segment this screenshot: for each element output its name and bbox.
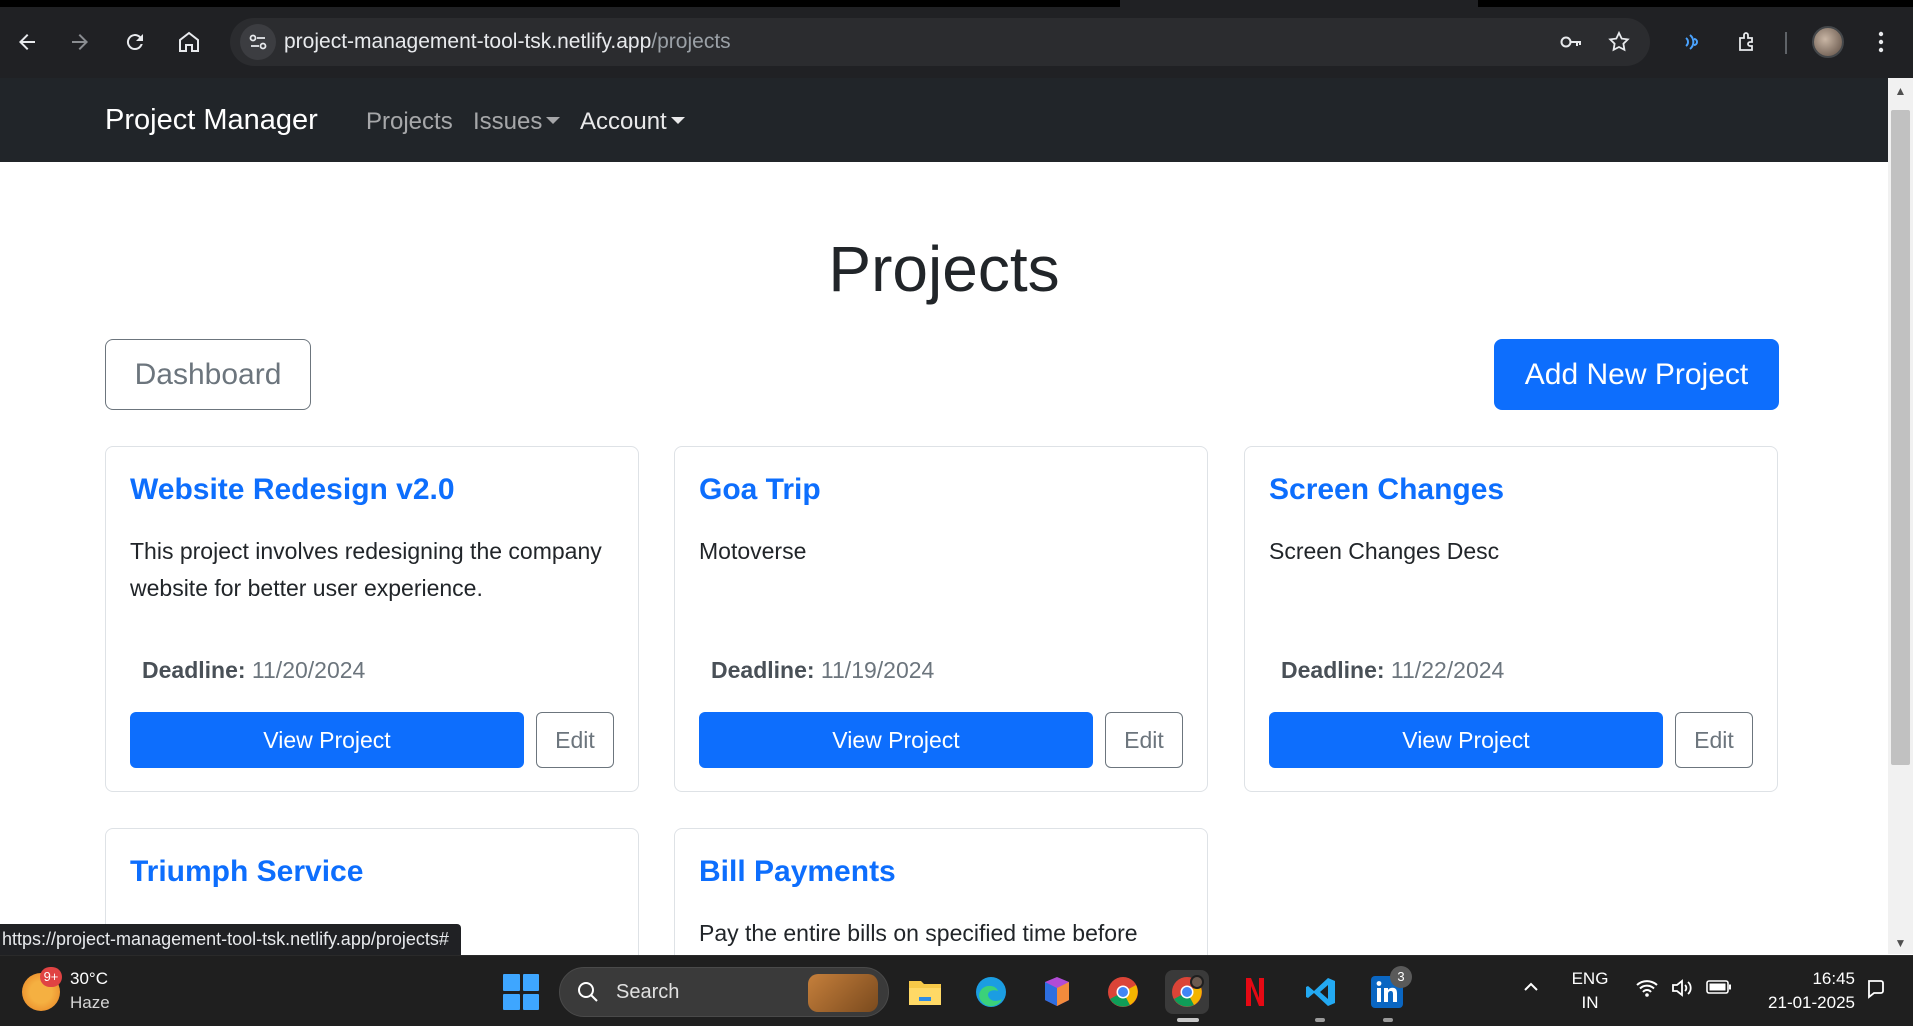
dashboard-button[interactable]: Dashboard: [105, 339, 311, 410]
home-button[interactable]: [171, 24, 207, 60]
deadline-label: Deadline:: [142, 657, 246, 683]
active-app-indicator: [1177, 1018, 1199, 1022]
deadline-label: Deadline:: [711, 657, 815, 683]
project-description: Screen Changes Desc: [1269, 538, 1500, 564]
url-path: /projects: [651, 30, 731, 53]
back-button[interactable]: [9, 24, 45, 60]
clock-date[interactable]: 21-01-2025: [1745, 993, 1855, 1013]
address-bar[interactable]: project-management-tool-tsk.netlify.app/…: [230, 18, 1650, 66]
bookmark-star-icon[interactable]: [1603, 26, 1635, 58]
url-host: project-management-tool-tsk.netlify.app: [284, 30, 652, 53]
project-description: This project involves redesigning the co…: [130, 538, 602, 601]
m365-icon[interactable]: [1035, 970, 1079, 1014]
project-title[interactable]: Bill Payments: [699, 855, 896, 889]
weather-badge: 9+: [40, 967, 62, 987]
more-menu-icon[interactable]: [1863, 24, 1899, 60]
add-new-project-button[interactable]: Add New Project: [1494, 339, 1779, 410]
scroll-down-arrow-icon[interactable]: ▼: [1888, 932, 1913, 954]
deadline-label: Deadline:: [1281, 657, 1385, 683]
windows-start-icon[interactable]: [503, 974, 539, 1010]
read-aloud-icon[interactable]: [1674, 24, 1710, 60]
reload-icon: [126, 34, 143, 51]
password-key-icon[interactable]: [1555, 26, 1587, 58]
project-title[interactable]: Screen Changes: [1269, 473, 1504, 507]
status-bar-url: https://project-management-tool-tsk.netl…: [0, 924, 461, 955]
weather-temperature[interactable]: 30°C: [70, 969, 108, 989]
reload-button[interactable]: [117, 24, 153, 60]
page-title: Projects: [828, 233, 1060, 305]
battery-icon[interactable]: [1706, 978, 1732, 1001]
caret-down-icon: [670, 117, 685, 125]
search-label: Search: [616, 981, 680, 1003]
wifi-icon[interactable]: [1635, 978, 1659, 1004]
nav-link-label: Account: [580, 108, 667, 135]
project-title[interactable]: Website Redesign v2.0: [130, 473, 455, 507]
show-hidden-icons-chevron-icon[interactable]: [1522, 978, 1540, 1002]
tab-strip: [0, 0, 1120, 7]
project-card: Goa Trip Motoverse Deadline: 11/19/2024 …: [674, 446, 1208, 792]
project-description: Motoverse: [699, 538, 807, 564]
netflix-icon[interactable]: [1233, 970, 1277, 1014]
chrome-profile-icon[interactable]: [1165, 970, 1209, 1014]
home-icon: [179, 31, 199, 52]
deadline-value: 11/20/2024: [251, 657, 366, 683]
chrome-icon[interactable]: [1101, 970, 1145, 1014]
running-app-indicator: [1315, 1018, 1325, 1022]
windows-taskbar: 9+ 30°C Haze Search 3 ENG IN 16:45 21-01…: [0, 955, 1913, 1026]
project-deadline: Deadline: 11/19/2024: [711, 657, 934, 684]
nav-dropdown-issues[interactable]: Issues: [473, 108, 561, 136]
edit-project-button[interactable]: Edit: [1675, 712, 1753, 768]
vscode-icon[interactable]: [1299, 970, 1343, 1014]
brand-link[interactable]: Project Manager: [105, 104, 318, 137]
url-text: project-management-tool-tsk.netlify.app/…: [284, 30, 731, 54]
tune-icon: [249, 34, 267, 50]
view-project-button[interactable]: View Project: [130, 712, 524, 768]
project-deadline: Deadline: 11/22/2024: [1281, 657, 1504, 684]
search-highlight-image: [808, 974, 878, 1012]
weather-condition[interactable]: Haze: [70, 993, 110, 1013]
profile-avatar[interactable]: [1812, 26, 1844, 58]
scroll-up-arrow-icon[interactable]: ▲: [1888, 80, 1913, 102]
browser-toolbar: project-management-tool-tsk.netlify.app/…: [0, 0, 1913, 78]
file-explorer-icon[interactable]: [903, 970, 947, 1014]
deadline-value: 11/19/2024: [820, 657, 935, 683]
project-title[interactable]: Triumph Service: [130, 855, 363, 889]
project-description: Pay the entire bills on specified time b…: [699, 920, 1138, 946]
deadline-value: 11/22/2024: [1390, 657, 1505, 683]
app-navbar: Project Manager Projects Issues Account: [0, 78, 1888, 162]
site-info-button[interactable]: [240, 24, 276, 60]
tab-strip-right: [1478, 0, 1913, 7]
language-indicator-top[interactable]: ENG: [1570, 969, 1610, 989]
toolbar-divider: [1785, 32, 1787, 54]
nav-link-projects[interactable]: Projects: [366, 108, 453, 136]
project-card: Screen Changes Screen Changes Desc Deadl…: [1244, 446, 1778, 792]
edit-project-button[interactable]: Edit: [1105, 712, 1183, 768]
language-indicator-bottom[interactable]: IN: [1570, 993, 1610, 1013]
notification-center-icon[interactable]: [1865, 978, 1887, 1006]
project-deadline: Deadline: 11/20/2024: [142, 657, 365, 684]
linkedin-notification-badge: 3: [1390, 966, 1412, 988]
caret-down-icon: [546, 117, 561, 125]
extensions-puzzle-icon[interactable]: [1730, 24, 1766, 60]
nav-link-label: Issues: [473, 108, 543, 135]
arrow-right-icon: [72, 34, 88, 50]
search-icon: [576, 980, 600, 1004]
project-card: Website Redesign v2.0 This project invol…: [105, 446, 639, 792]
edge-icon[interactable]: [969, 970, 1013, 1014]
scrollbar-thumb[interactable]: [1891, 110, 1910, 765]
project-title[interactable]: Goa Trip: [699, 473, 821, 507]
clock-time[interactable]: 16:45: [1745, 969, 1855, 989]
edit-project-button[interactable]: Edit: [536, 712, 614, 768]
taskbar-search[interactable]: Search: [559, 967, 889, 1017]
running-app-indicator: [1383, 1018, 1393, 1022]
nav-link-label: Projects: [366, 108, 453, 135]
forward-button[interactable]: [62, 24, 98, 60]
arrow-left-icon: [19, 34, 35, 50]
view-project-button[interactable]: View Project: [699, 712, 1093, 768]
volume-icon[interactable]: [1670, 978, 1694, 1004]
view-project-button[interactable]: View Project: [1269, 712, 1663, 768]
nav-dropdown-account[interactable]: Account: [580, 108, 685, 136]
